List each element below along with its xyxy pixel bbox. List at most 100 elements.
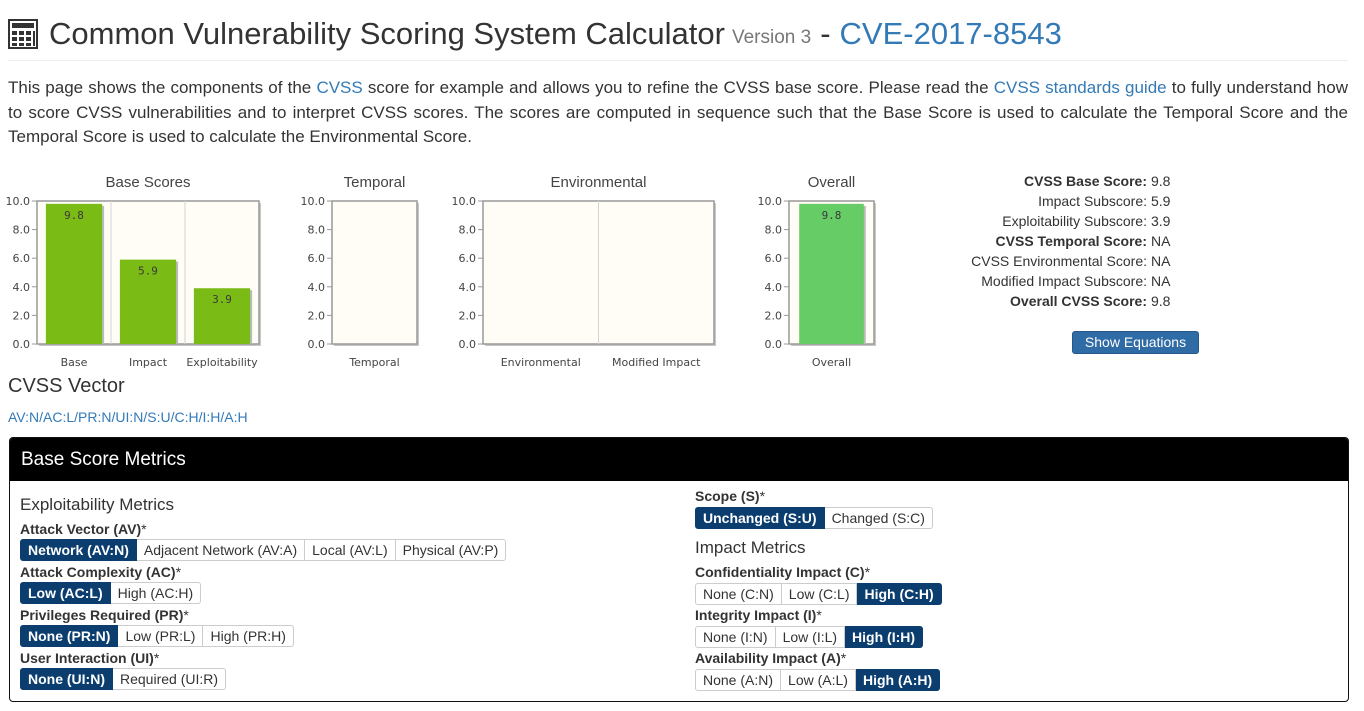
y-tick-label: 0.0	[13, 338, 31, 351]
score-label: Modified Impact Subscore:	[981, 273, 1147, 289]
user-interaction-options: None (UI:N) Required (UI:R)	[20, 668, 227, 690]
attack-complexity-label: Attack Complexity (AC)*	[20, 564, 181, 580]
panel-title: Base Score Metrics	[10, 438, 1348, 481]
show-equations-button[interactable]: Show Equations	[1072, 331, 1199, 354]
av-option-button[interactable]: Adjacent Network (AV:A)	[136, 539, 306, 561]
title-dash: -	[820, 16, 831, 51]
score-value: NA	[1151, 273, 1171, 289]
s-option-button[interactable]: Unchanged (S:U)	[695, 507, 825, 529]
x-tick-label: Overall	[812, 356, 851, 369]
pr-option-button[interactable]: High (PR:H)	[203, 625, 294, 647]
required-star: *	[175, 564, 182, 580]
intro-text-1: This page shows the components of the	[8, 78, 317, 97]
y-tick-label: 2.0	[765, 309, 783, 322]
x-tick-label: Impact	[129, 356, 168, 369]
intro-paragraph: This page shows the components of the CV…	[8, 76, 1348, 150]
y-tick-label: 6.0	[765, 252, 783, 265]
a-option-button[interactable]: None (A:N)	[695, 669, 782, 691]
integrity-impact-label: Integrity Impact (I)*	[695, 607, 822, 623]
temporal-chart-svg: Temporal 0.0 2.0 4.0 6.0 8.0 10.0 Temporal	[301, 174, 419, 369]
score-label: CVSS Temporal Score:	[995, 233, 1147, 249]
chart-title: Base Scores	[105, 174, 190, 191]
environmental-chart: Environmental 0.0 2.0 4.0 6.0 8.0 10.0 Environm…	[446, 170, 726, 375]
title-version: Version 3	[731, 27, 812, 48]
attack-vector-label-text: Attack Vector (AV)	[20, 521, 142, 537]
c-option-button[interactable]: None (C:N)	[695, 583, 782, 605]
score-value: NA	[1151, 233, 1171, 249]
ui-option-button[interactable]: Required (UI:R)	[113, 668, 227, 690]
score-summary: CVSS Base Score: 9.8 Impact Subscore: 5.9 Ex…	[880, 171, 1280, 311]
av-option-button[interactable]: Network (AV:N)	[20, 539, 137, 561]
score-label: Exploitability Subscore:	[1002, 213, 1147, 229]
overall-chart: Overall 0.0 2.0 4.0 6.0 8.0 10.0 9.8 Overall	[752, 170, 882, 375]
ac-option-button[interactable]: High (AC:H)	[110, 582, 202, 604]
y-tick-label: 4.0	[765, 281, 783, 294]
i-option-button[interactable]: High (I:H)	[845, 626, 924, 648]
cve-link[interactable]: CVE-2017-8543	[840, 16, 1062, 52]
attack-complexity-label-text: Attack Complexity (AC)	[20, 564, 176, 580]
s-option-button[interactable]: Changed (S:C)	[824, 507, 933, 529]
bar-data-label: 5.9	[138, 265, 158, 278]
calculator-icon	[8, 19, 38, 49]
av-option-button[interactable]: Physical (AV:P)	[395, 539, 507, 561]
av-option-button[interactable]: Local (AV:L)	[305, 539, 396, 561]
y-tick-label: 0.0	[765, 338, 783, 351]
cvss-guide-link[interactable]: CVSS standards guide	[994, 78, 1167, 97]
ui-option-button[interactable]: None (UI:N)	[20, 668, 113, 690]
c-option-button[interactable]: High (C:H)	[857, 583, 942, 605]
c-option-button[interactable]: Low (C:L)	[781, 583, 858, 605]
confidentiality-impact-label-text: Confidentiality Impact (C)	[695, 564, 865, 580]
y-tick-label: 6.0	[459, 252, 477, 265]
ac-option-button[interactable]: Low (AC:L)	[20, 582, 111, 604]
a-option-button[interactable]: High (A:H)	[855, 669, 941, 691]
y-tick-label: 8.0	[308, 224, 326, 237]
y-tick-label: 8.0	[459, 224, 477, 237]
environmental-chart-svg: Environmental 0.0 2.0 4.0 6.0 8.0 10.0 Environm…	[452, 174, 716, 369]
score-row: CVSS Temporal Score: NA	[880, 231, 1280, 251]
y-tick-label: 2.0	[459, 309, 477, 322]
score-label: Impact Subscore:	[1038, 193, 1147, 209]
y-tick-label: 2.0	[308, 309, 326, 322]
bar-base	[45, 203, 103, 344]
score-row: Impact Subscore: 5.9	[880, 191, 1280, 211]
scope-options: Unchanged (S:U) Changed (S:C)	[695, 507, 933, 529]
temporal-chart: Temporal 0.0 2.0 4.0 6.0 8.0 10.0 Temporal	[295, 170, 425, 375]
x-tick-label: Environmental	[501, 356, 581, 369]
availability-impact-label: Availability Impact (A)*	[695, 650, 846, 666]
cvss-vector-heading: CVSS Vector	[8, 375, 125, 397]
score-value: 5.9	[1151, 193, 1171, 209]
i-option-button[interactable]: None (I:N)	[695, 626, 776, 648]
intro-text-2: score for example and allows you to refi…	[362, 78, 994, 97]
cvss-vector-link[interactable]: AV:N/AC:L/PR:N/UI:N/S:U/C:H/I:H/A:H	[8, 409, 248, 425]
y-tick-label: 2.0	[13, 309, 31, 322]
score-label: CVSS Base Score:	[1024, 173, 1147, 189]
scope-label: Scope (S)*	[695, 488, 765, 504]
y-tick-label: 10.0	[758, 195, 783, 208]
bar-overall	[799, 203, 864, 344]
base-scores-chart-svg: Base Scores 0.0 2.0 4.0 6.0 8.0 10.0 9.8 Base 5.9…	[6, 174, 261, 369]
x-tick-label: Modified Impact	[612, 356, 701, 369]
page-title: Common Vulnerability Scoring System Calc…	[8, 14, 1062, 54]
x-tick-label: Temporal	[348, 356, 399, 369]
pr-option-button[interactable]: Low (PR:L)	[118, 625, 204, 647]
y-tick-label: 4.0	[459, 281, 477, 294]
exploitability-metrics-heading: Exploitability Metrics	[20, 495, 174, 514]
i-option-button[interactable]: Low (I:L)	[775, 626, 846, 648]
score-label: Overall CVSS Score:	[1010, 293, 1147, 309]
availability-impact-options: None (A:N) Low (A:L) High (A:H)	[695, 669, 941, 691]
a-option-button[interactable]: Low (A:L)	[781, 669, 856, 691]
user-interaction-label-text: User Interaction (UI)	[20, 650, 154, 666]
y-tick-label: 10.0	[6, 195, 31, 208]
privileges-required-label-text: Privileges Required (PR)	[20, 607, 184, 623]
y-tick-label: 10.0	[301, 195, 326, 208]
plot-area	[331, 200, 418, 345]
score-value: 9.8	[1151, 173, 1171, 189]
scope-label-text: Scope (S)	[695, 488, 760, 504]
pr-option-button[interactable]: None (PR:N)	[20, 625, 119, 647]
impact-metrics-heading: Impact Metrics	[695, 538, 806, 557]
score-label: CVSS Environmental Score:	[971, 253, 1147, 269]
y-tick-label: 8.0	[765, 224, 783, 237]
user-interaction-label: User Interaction (UI)*	[20, 650, 159, 666]
cvss-link[interactable]: CVSS	[316, 78, 362, 97]
bar-data-label: 3.9	[212, 293, 232, 306]
